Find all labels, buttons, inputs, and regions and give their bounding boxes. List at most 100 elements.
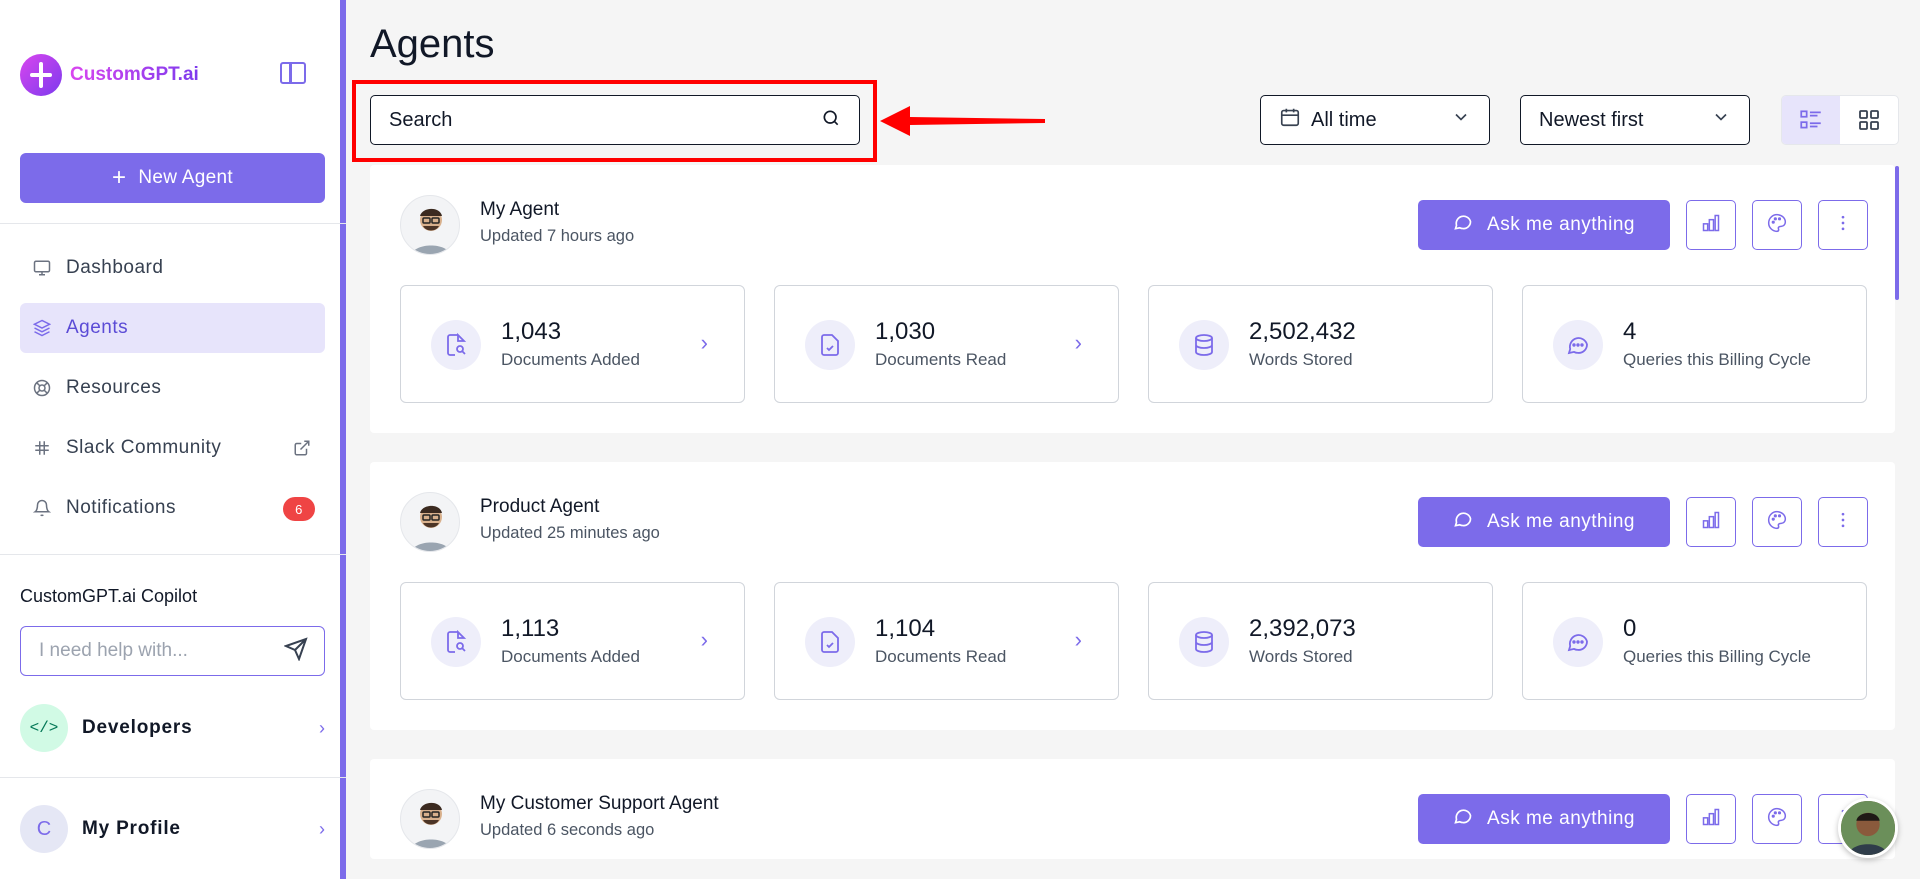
stat-documents-read[interactable]: 1,104 Documents Read › xyxy=(774,582,1119,700)
time-filter-value: All time xyxy=(1311,108,1377,131)
lifebuoy-icon xyxy=(32,378,52,398)
message-icon xyxy=(1553,617,1603,667)
sort-dropdown[interactable]: Newest first xyxy=(1520,95,1750,145)
plus-icon: + xyxy=(112,164,127,191)
customize-button[interactable] xyxy=(1752,497,1802,547)
analytics-button[interactable] xyxy=(1686,200,1736,250)
my-profile-link[interactable]: C My Profile › xyxy=(20,805,325,853)
document-search-icon xyxy=(431,617,481,667)
copilot-input[interactable] xyxy=(39,640,284,662)
sidebar-item-label: Slack Community xyxy=(66,437,222,458)
send-icon[interactable] xyxy=(283,636,308,666)
divider xyxy=(0,777,346,778)
developers-label: Developers xyxy=(82,717,193,738)
ask-me-anything-button[interactable]: Ask me anything xyxy=(1418,794,1670,844)
support-chat-avatar-icon[interactable] xyxy=(1838,798,1898,858)
more-options-button[interactable] xyxy=(1818,497,1868,547)
chevron-right-icon[interactable]: › xyxy=(701,330,708,356)
stat-value: 1,030 xyxy=(875,318,936,345)
developers-link[interactable]: </> Developers › xyxy=(20,704,325,752)
chevron-right-icon: › xyxy=(319,717,325,738)
stat-documents-added[interactable]: 1,043 Documents Added › xyxy=(400,285,745,403)
stat-value: 2,502,432 xyxy=(1249,318,1356,345)
more-options-button[interactable] xyxy=(1818,200,1868,250)
agent-card: My Customer Support Agent Updated 6 seco… xyxy=(370,759,1895,859)
chat-icon xyxy=(1453,212,1473,238)
brain-logo-icon xyxy=(20,54,62,96)
sidebar-item-label: Notifications xyxy=(66,497,176,518)
analytics-button[interactable] xyxy=(1686,497,1736,547)
database-icon xyxy=(1179,320,1229,370)
chevron-right-icon[interactable]: › xyxy=(1075,627,1082,653)
sidebar-item-slack-community[interactable]: Slack Community xyxy=(20,423,325,473)
new-agent-button[interactable]: + New Agent xyxy=(20,153,325,203)
ask-label: Ask me anything xyxy=(1487,808,1635,829)
brand-logo[interactable]: CustomGPT.ai xyxy=(20,54,199,96)
agent-updated: Updated 6 seconds ago xyxy=(480,821,655,839)
stat-words-stored: 2,502,432 Words Stored xyxy=(1148,285,1493,403)
agent-avatar xyxy=(400,789,460,849)
agent-name[interactable]: My Customer Support Agent xyxy=(480,793,719,815)
copilot-title: CustomGPT.ai Copilot xyxy=(20,586,198,606)
chat-icon xyxy=(1453,806,1473,832)
bar-chart-icon xyxy=(1701,213,1721,238)
chevron-right-icon[interactable]: › xyxy=(1075,330,1082,356)
new-agent-label: New Agent xyxy=(138,167,233,188)
analytics-button[interactable] xyxy=(1686,794,1736,844)
stat-queries: 0 Queries this Billing Cycle xyxy=(1522,582,1867,700)
database-icon xyxy=(1179,617,1229,667)
layers-icon xyxy=(32,318,52,338)
agent-avatar xyxy=(400,195,460,255)
customize-button[interactable] xyxy=(1752,200,1802,250)
view-toggle xyxy=(1781,95,1899,145)
stat-documents-read[interactable]: 1,030 Documents Read › xyxy=(774,285,1119,403)
divider xyxy=(0,223,346,224)
stat-label: Words Stored xyxy=(1249,647,1353,666)
chevron-right-icon: › xyxy=(319,818,325,839)
scrollbar[interactable] xyxy=(1895,166,1899,300)
stat-documents-added[interactable]: 1,113 Documents Added › xyxy=(400,582,745,700)
bar-chart-icon xyxy=(1701,807,1721,832)
stat-words-stored: 2,392,073 Words Stored xyxy=(1148,582,1493,700)
ask-me-anything-button[interactable]: Ask me anything xyxy=(1418,497,1670,547)
stat-value: 1,104 xyxy=(875,615,936,642)
document-check-icon xyxy=(805,617,855,667)
list-view-icon[interactable] xyxy=(1782,96,1840,144)
stat-value: 4 xyxy=(1623,318,1637,345)
stat-value: 1,043 xyxy=(501,318,562,345)
stat-value: 1,113 xyxy=(501,615,560,642)
bar-chart-icon xyxy=(1701,510,1721,535)
sidebar-item-resources[interactable]: Resources xyxy=(20,363,325,413)
calendar-icon xyxy=(1279,106,1301,134)
sidebar-item-dashboard[interactable]: Dashboard xyxy=(20,243,325,293)
my-profile-label: My Profile xyxy=(82,818,181,839)
agent-avatar xyxy=(400,492,460,552)
palette-icon xyxy=(1767,510,1787,535)
document-check-icon xyxy=(805,320,855,370)
ask-me-anything-button[interactable]: Ask me anything xyxy=(1418,200,1670,250)
customize-button[interactable] xyxy=(1752,794,1802,844)
message-icon xyxy=(1553,320,1603,370)
sidebar-item-notifications[interactable]: Notifications 6 xyxy=(20,483,325,533)
stat-label: Documents Added xyxy=(501,350,640,369)
annotation-arrow xyxy=(880,106,1045,136)
ask-label: Ask me anything xyxy=(1487,511,1635,532)
chevron-right-icon[interactable]: › xyxy=(701,627,708,653)
sidebar-item-agents[interactable]: Agents xyxy=(20,303,325,353)
stat-label: Documents Added xyxy=(501,647,640,666)
palette-icon xyxy=(1767,807,1787,832)
sidebar-item-label: Resources xyxy=(66,377,162,398)
stat-label: Queries this Billing Cycle xyxy=(1623,647,1812,666)
stat-value: 2,392,073 xyxy=(1249,615,1356,642)
stat-label: Queries this Billing Cycle xyxy=(1623,350,1812,369)
grid-view-icon[interactable] xyxy=(1840,96,1898,144)
time-filter-dropdown[interactable]: All time xyxy=(1260,95,1490,145)
sidebar-item-label: Agents xyxy=(66,317,129,338)
chevron-down-icon xyxy=(1711,107,1731,133)
agent-name[interactable]: My Agent xyxy=(480,199,559,221)
collapse-sidebar-icon[interactable] xyxy=(280,62,306,84)
agent-updated: Updated 7 hours ago xyxy=(480,227,635,245)
ask-label: Ask me anything xyxy=(1487,214,1635,235)
notification-badge: 6 xyxy=(283,497,315,521)
agent-name[interactable]: Product Agent xyxy=(480,496,599,518)
